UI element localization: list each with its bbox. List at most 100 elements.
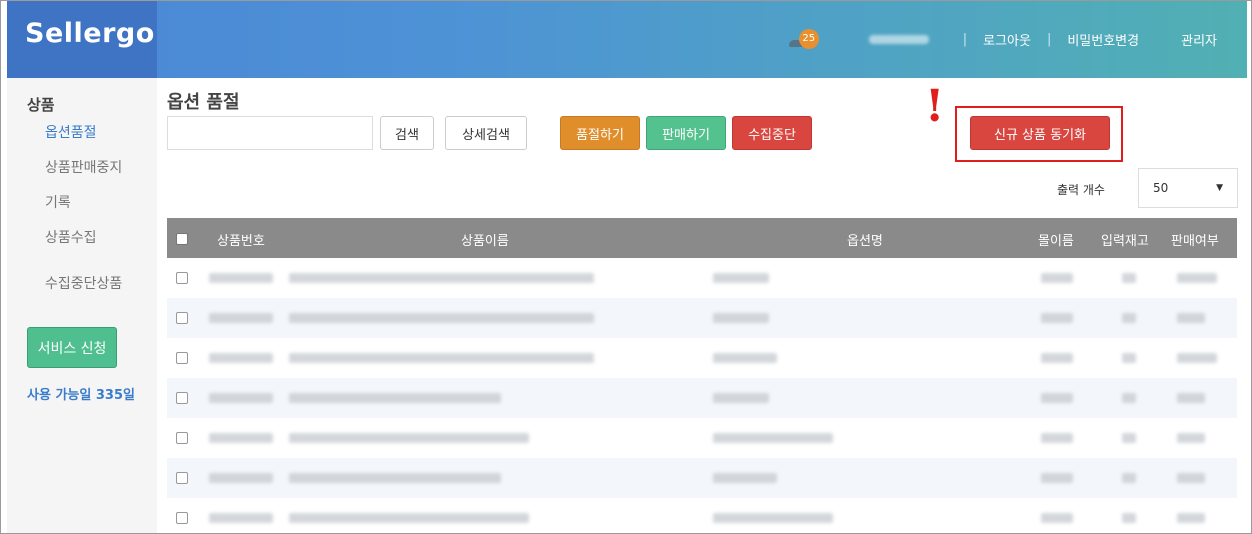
table-row[interactable] — [167, 338, 1237, 378]
option-name-cell-redacted — [713, 273, 769, 283]
sale-status-cell-redacted — [1177, 433, 1205, 443]
option-name-cell-redacted — [713, 513, 833, 523]
product-number-cell-redacted — [209, 393, 273, 403]
output-count-value: 50 — [1153, 181, 1169, 195]
product-number-cell-redacted — [209, 273, 273, 283]
table-row[interactable] — [167, 418, 1237, 458]
output-count-select[interactable]: 50 ▼ — [1138, 168, 1238, 208]
sidebar: 상품 옵션품절 상품판매중지 기록 상품수집 수집중단상품 서비스 신청 사용 … — [7, 78, 157, 533]
exclamation-icon: ! — [925, 81, 945, 132]
admin-link[interactable]: 관리자 — [1181, 30, 1217, 49]
mall-name-cell-redacted — [1041, 273, 1073, 283]
mall-name-cell-redacted — [1041, 473, 1073, 483]
product-name-cell-redacted — [289, 513, 529, 523]
chevron-down-icon: ▼ — [1216, 183, 1223, 193]
table-row[interactable] — [167, 378, 1237, 418]
advanced-search-button[interactable]: 상세검색 — [445, 116, 527, 150]
input-stock-cell-redacted — [1122, 393, 1136, 403]
product-name-cell-redacted — [289, 353, 594, 363]
input-stock-cell-redacted — [1122, 353, 1136, 363]
row-checkbox[interactable] — [176, 512, 188, 524]
row-checkbox[interactable] — [176, 472, 188, 484]
input-stock-cell-redacted — [1122, 273, 1136, 283]
column-product-name[interactable]: 상품이름 — [461, 230, 509, 249]
column-sale-status[interactable]: 판매여부 — [1171, 230, 1219, 249]
sidebar-item-collect[interactable]: 상품수집 — [45, 227, 97, 247]
sale-status-cell-redacted — [1177, 393, 1205, 403]
sync-new-products-button[interactable]: 신규 상품 동기화 — [970, 116, 1110, 150]
row-checkbox[interactable] — [176, 272, 188, 284]
option-name-cell-redacted — [713, 393, 769, 403]
option-name-cell-redacted — [713, 433, 833, 443]
product-number-cell-redacted — [209, 353, 273, 363]
input-stock-cell-redacted — [1122, 313, 1136, 323]
top-header: Sellergo 25 | 로그아웃 | 비밀번호변경 관리자 — [7, 1, 1247, 78]
search-button[interactable]: 검색 — [380, 116, 434, 150]
table-row[interactable] — [167, 258, 1237, 298]
product-table: 상품번호 상품이름 옵션명 몰이름 입력재고 판매여부 — [167, 218, 1237, 533]
product-name-cell-redacted — [289, 313, 594, 323]
input-stock-cell-redacted — [1122, 473, 1136, 483]
column-option-name[interactable]: 옵션명 — [847, 230, 883, 249]
sale-status-cell-redacted — [1177, 513, 1205, 523]
stop-collect-button[interactable]: 수집중단 — [732, 116, 812, 150]
product-number-cell-redacted — [209, 433, 273, 443]
sidebar-item-history[interactable]: 기록 — [45, 192, 71, 212]
available-days: 사용 가능일 335일 — [27, 388, 135, 403]
product-number-cell-redacted — [209, 513, 273, 523]
output-count-label: 출력 개수 — [1057, 183, 1105, 197]
notification-badge: 25 — [798, 28, 819, 49]
service-apply-button[interactable]: 서비스 신청 — [27, 327, 117, 368]
sidebar-item-stop-selling[interactable]: 상품판매중지 — [45, 157, 122, 177]
column-mall-name[interactable]: 몰이름 — [1038, 230, 1074, 249]
logout-link[interactable]: 로그아웃 — [983, 30, 1031, 49]
product-name-cell-redacted — [289, 473, 501, 483]
option-name-cell-redacted — [713, 353, 777, 363]
select-all-checkbox[interactable] — [176, 233, 188, 245]
notification-button[interactable]: 25 — [787, 25, 819, 55]
column-input-stock[interactable]: 입력재고 — [1101, 230, 1149, 249]
header-actions: 25 | 로그아웃 | 비밀번호변경 관리자 — [787, 1, 1247, 78]
product-number-cell-redacted — [209, 473, 273, 483]
sidebar-item-stopped-products[interactable]: 수집중단상품 — [45, 273, 122, 293]
product-name-cell-redacted — [289, 433, 529, 443]
sidebar-section-title: 상품 — [27, 96, 55, 114]
sale-status-cell-redacted — [1177, 353, 1217, 363]
option-name-cell-redacted — [713, 313, 769, 323]
product-name-cell-redacted — [289, 393, 501, 403]
column-product-number[interactable]: 상품번호 — [217, 230, 265, 249]
row-checkbox[interactable] — [176, 432, 188, 444]
app-window: Sellergo 25 | 로그아웃 | 비밀번호변경 관리자 상품 옵션품절 … — [0, 0, 1252, 534]
product-number-cell-redacted — [209, 313, 273, 323]
page-title: 옵션 품절 — [167, 92, 240, 113]
input-stock-cell-redacted — [1122, 513, 1136, 523]
logo-area[interactable]: Sellergo — [7, 1, 157, 78]
mall-name-cell-redacted — [1041, 513, 1073, 523]
table-row[interactable] — [167, 458, 1237, 498]
search-input[interactable] — [167, 116, 373, 150]
divider: | — [1046, 32, 1052, 47]
user-name-blurred — [868, 35, 929, 44]
table-header: 상품번호 상품이름 옵션명 몰이름 입력재고 판매여부 — [167, 218, 1237, 258]
sell-button[interactable]: 판매하기 — [646, 116, 726, 150]
divider: | — [962, 32, 968, 47]
row-checkbox[interactable] — [176, 392, 188, 404]
product-name-cell-redacted — [289, 273, 594, 283]
mall-name-cell-redacted — [1041, 313, 1073, 323]
table-row[interactable] — [167, 498, 1237, 533]
sellergo-logo[interactable]: Sellergo — [25, 18, 155, 49]
soldout-button[interactable]: 품절하기 — [560, 116, 640, 150]
change-password-link[interactable]: 비밀번호변경 — [1067, 30, 1139, 49]
sale-status-cell-redacted — [1177, 273, 1217, 283]
table-row[interactable] — [167, 298, 1237, 338]
input-stock-cell-redacted — [1122, 433, 1136, 443]
sale-status-cell-redacted — [1177, 313, 1205, 323]
mall-name-cell-redacted — [1041, 393, 1073, 403]
row-checkbox[interactable] — [176, 312, 188, 324]
mall-name-cell-redacted — [1041, 433, 1073, 443]
row-checkbox[interactable] — [176, 352, 188, 364]
sidebar-item-option-soldout[interactable]: 옵션품절 — [45, 122, 97, 142]
mall-name-cell-redacted — [1041, 353, 1073, 363]
table-body — [167, 258, 1237, 533]
option-name-cell-redacted — [713, 473, 777, 483]
